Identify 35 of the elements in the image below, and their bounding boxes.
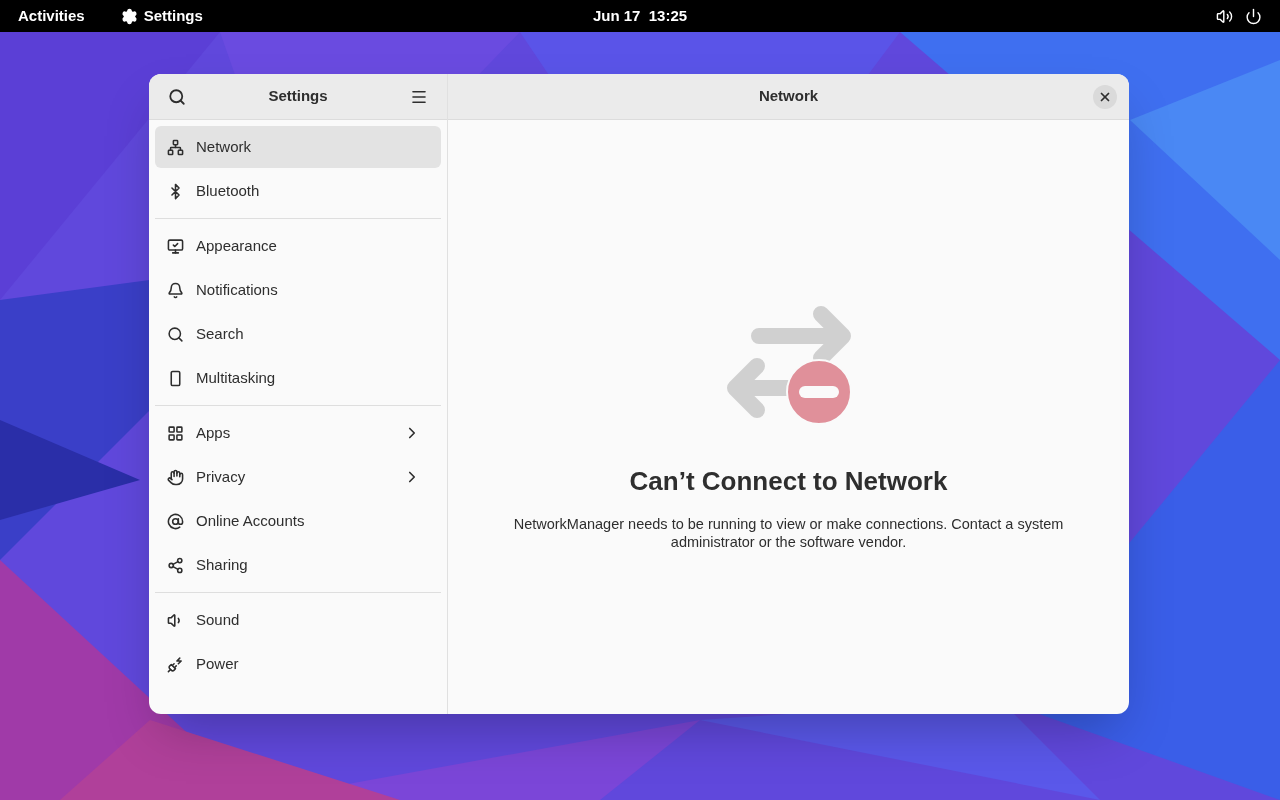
share-icon xyxy=(167,556,184,574)
search-icon xyxy=(167,325,184,343)
sidebar-item[interactable]: Search xyxy=(155,313,441,355)
sidebar-title: Settings xyxy=(267,86,329,107)
search-icon xyxy=(168,87,186,106)
sidebar-item[interactable]: Online Accounts xyxy=(155,500,441,542)
sidebar-item[interactable]: Privacy xyxy=(155,456,441,498)
bell-icon xyxy=(167,281,184,299)
volume-icon[interactable] xyxy=(1216,7,1233,25)
status-description: NetworkManager needs to be running to view or make connections. Contact a system administrator or the software vendor. xyxy=(512,515,1065,551)
activities-button[interactable]: Activities xyxy=(18,4,85,28)
power-icon[interactable] xyxy=(1245,7,1262,25)
battery-plug-icon xyxy=(167,655,184,673)
close-button[interactable] xyxy=(1093,84,1117,109)
monitor-icon xyxy=(167,237,184,255)
sidebar-item[interactable]: Sound xyxy=(155,599,441,641)
sidebar-item[interactable]: Network xyxy=(155,126,441,168)
network-icon xyxy=(167,138,184,156)
at-sign-icon xyxy=(167,512,184,530)
sidebar-item[interactable]: Apps xyxy=(155,412,441,454)
sidebar-item[interactable]: Appearance xyxy=(155,225,441,267)
clock[interactable]: Jun 17 13:25 xyxy=(592,4,688,28)
hand-icon xyxy=(167,468,184,486)
sidebar-item[interactable]: Notifications xyxy=(155,269,441,311)
sidebar-item[interactable]: Bluetooth xyxy=(155,170,441,212)
windows-icon xyxy=(167,369,184,387)
app-name: Settings xyxy=(143,5,203,26)
status-title: Can’t Connect to Network xyxy=(629,465,948,498)
grid-icon xyxy=(167,424,184,442)
sidebar-item[interactable]: Sharing xyxy=(155,544,441,586)
app-menu[interactable]: Settings xyxy=(120,4,203,28)
sidebar-item[interactable]: Power xyxy=(155,643,441,685)
gear-icon xyxy=(120,7,138,25)
window-title: Network xyxy=(758,86,819,107)
sidebar-item[interactable]: Multitasking xyxy=(155,357,441,399)
